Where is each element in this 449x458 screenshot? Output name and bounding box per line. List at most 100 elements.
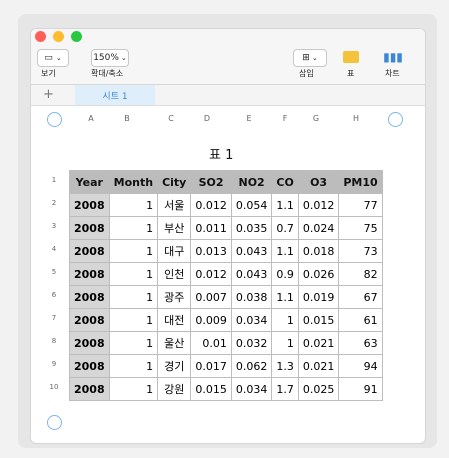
column-label[interactable]: E [239, 114, 259, 123]
table-cell[interactable]: 1.1 [271, 285, 299, 309]
table-cell[interactable]: 0.021 [297, 354, 340, 378]
table-cell[interactable]: 2008 [69, 239, 110, 263]
table-cell[interactable]: 0.012 [297, 193, 340, 217]
table-cell[interactable]: 1.3 [271, 354, 299, 378]
table-cell[interactable]: 0.019 [297, 285, 340, 309]
table-cell[interactable]: 61 [338, 308, 383, 332]
table-cell[interactable]: 94 [338, 354, 383, 378]
table-cell[interactable]: 75 [338, 216, 383, 240]
insert-button[interactable]: ⊞ ⌄ [293, 49, 327, 67]
table-cell[interactable]: 0.009 [190, 308, 232, 332]
table-cell[interactable]: 0.034 [230, 308, 273, 332]
table-cell[interactable]: 2008 [69, 331, 110, 355]
table-cell[interactable]: 0.015 [297, 308, 340, 332]
row-number[interactable]: 5 [45, 268, 63, 276]
table-cell[interactable]: 0.012 [190, 262, 232, 286]
table-cell[interactable]: 1.1 [271, 193, 299, 217]
table-cell[interactable]: 0.012 [190, 193, 232, 217]
table-button[interactable] [337, 49, 365, 65]
table-cell[interactable]: 1 [108, 216, 159, 240]
column-label[interactable]: B [117, 114, 137, 123]
row-number[interactable]: 2 [45, 199, 63, 207]
table-cell[interactable]: 1 [108, 308, 159, 332]
table-cell[interactable]: 0.015 [190, 377, 232, 401]
table-cell[interactable]: 2008 [69, 308, 110, 332]
table-cell[interactable]: 1 [108, 239, 159, 263]
table-cell[interactable]: 1 [108, 262, 159, 286]
table-cell[interactable]: 67 [338, 285, 383, 309]
table-cell[interactable]: 0.026 [297, 262, 340, 286]
table-cell[interactable]: 0.021 [297, 331, 340, 355]
maximize-window-button[interactable] [71, 31, 82, 42]
table-cell[interactable]: 91 [338, 377, 383, 401]
table-cell[interactable]: 2008 [69, 377, 110, 401]
column-label[interactable]: A [81, 114, 101, 123]
column-label[interactable]: H [346, 114, 366, 123]
table-cell[interactable]: 1 [271, 331, 299, 355]
column-label[interactable]: C [161, 114, 181, 123]
table-cell[interactable]: 1 [271, 308, 299, 332]
table-cell[interactable]: 0.043 [230, 239, 273, 263]
table-cell[interactable]: 1 [108, 285, 159, 309]
header-cell[interactable]: Month [108, 170, 159, 194]
view-button[interactable]: ▭ ⌄ [37, 49, 69, 67]
header-cell[interactable]: SO2 [190, 170, 232, 194]
table-cell[interactable]: 0.034 [230, 377, 273, 401]
chart-button[interactable]: ▮▮▮ [379, 49, 407, 65]
table-cell[interactable]: 인천 [157, 262, 192, 286]
table-cell[interactable]: 1 [108, 354, 159, 378]
table-cell[interactable]: 0.9 [271, 262, 299, 286]
header-cell[interactable]: PM10 [338, 170, 383, 194]
column-label[interactable]: D [197, 114, 217, 123]
header-cell[interactable]: City [157, 170, 192, 194]
table-cell[interactable]: 울산 [157, 331, 192, 355]
table-cell[interactable]: 77 [338, 193, 383, 217]
select-all-button[interactable] [47, 112, 62, 127]
table-cell[interactable]: 0.024 [297, 216, 340, 240]
table-cell[interactable]: 2008 [69, 216, 110, 240]
table-cell[interactable]: 2008 [69, 193, 110, 217]
table-cell[interactable]: 1.1 [271, 239, 299, 263]
add-sheet-button[interactable]: + [43, 87, 54, 102]
row-number[interactable]: 3 [45, 222, 63, 230]
row-number[interactable]: 7 [45, 314, 63, 322]
zoom-select[interactable]: 150% ⌄ [91, 49, 129, 67]
table-cell[interactable]: 0.011 [190, 216, 232, 240]
close-window-button[interactable] [35, 31, 46, 42]
table-cell[interactable]: 0.032 [230, 331, 273, 355]
header-cell[interactable]: NO2 [230, 170, 273, 194]
table-cell[interactable]: 1 [108, 331, 159, 355]
row-number[interactable]: 1 [45, 176, 63, 184]
table-cell[interactable]: 서울 [157, 193, 192, 217]
table-cell[interactable]: 2008 [69, 285, 110, 309]
row-number[interactable]: 6 [45, 291, 63, 299]
row-number[interactable]: 4 [45, 245, 63, 253]
table-cell[interactable]: 경기 [157, 354, 192, 378]
table-cell[interactable]: 1 [108, 193, 159, 217]
row-number[interactable]: 10 [45, 383, 63, 391]
header-cell[interactable]: Year [69, 170, 110, 194]
table-cell[interactable]: 0.018 [297, 239, 340, 263]
table-cell[interactable]: 2008 [69, 354, 110, 378]
table-cell[interactable]: 0.035 [230, 216, 273, 240]
add-row-button[interactable] [47, 415, 62, 430]
pause-column-button[interactable] [388, 112, 403, 127]
header-cell[interactable]: O3 [297, 170, 340, 194]
table-cell[interactable]: 63 [338, 331, 383, 355]
table-cell[interactable]: 0.7 [271, 216, 299, 240]
table-cell[interactable]: 2008 [69, 262, 110, 286]
table-cell[interactable]: 0.013 [190, 239, 232, 263]
table-cell[interactable]: 대전 [157, 308, 192, 332]
column-label[interactable]: F [275, 114, 295, 123]
column-label[interactable]: G [306, 114, 326, 123]
table-cell[interactable]: 1.7 [271, 377, 299, 401]
row-number[interactable]: 8 [45, 337, 63, 345]
table-cell[interactable]: 0.01 [190, 331, 232, 355]
table-cell[interactable]: 대구 [157, 239, 192, 263]
row-number[interactable]: 9 [45, 360, 63, 368]
table-cell[interactable]: 82 [338, 262, 383, 286]
table-cell[interactable]: 73 [338, 239, 383, 263]
table-cell[interactable]: 0.017 [190, 354, 232, 378]
header-cell[interactable]: CO [271, 170, 299, 194]
table-cell[interactable]: 0.054 [230, 193, 273, 217]
